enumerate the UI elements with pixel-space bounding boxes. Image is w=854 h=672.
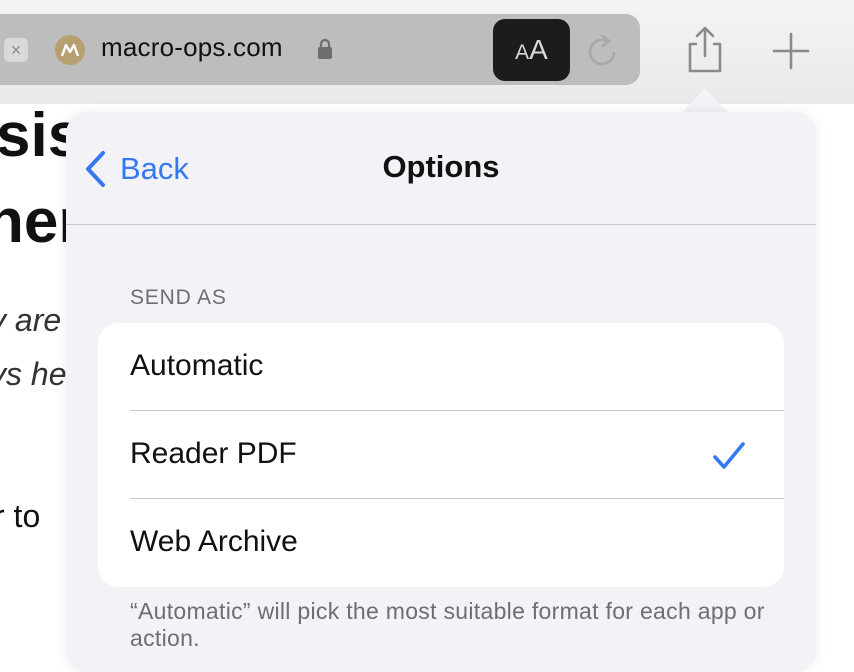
checkmark-icon (713, 442, 745, 469)
article-body-line: r to (0, 498, 41, 534)
popover-arrow (681, 88, 729, 114)
send-as-options-list: Automatic Reader PDF Web Archive (98, 323, 784, 587)
option-automatic[interactable]: Automatic (98, 323, 784, 411)
site-logo-icon (55, 35, 85, 65)
reload-icon[interactable] (586, 33, 620, 74)
option-reader-pdf[interactable]: Reader PDF (98, 411, 784, 499)
article-italic-line-1: y are (0, 302, 62, 338)
footer-note: “Automatic” will pick the most suitable … (130, 598, 765, 651)
lock-icon (317, 38, 333, 65)
option-label: Reader PDF (130, 437, 297, 470)
plus-icon[interactable] (772, 32, 810, 75)
article-italic-line-2: ys he (0, 356, 67, 392)
options-popover: Back Options SEND AS Automatic Reader PD… (66, 112, 816, 672)
share-icon[interactable] (684, 26, 726, 79)
reader-mode-icon[interactable]: AA (493, 19, 570, 81)
option-web-archive[interactable]: Web Archive (98, 499, 784, 587)
site-domain[interactable]: macro-ops.com (101, 32, 283, 63)
option-label: Automatic (130, 349, 264, 382)
close-icon[interactable]: × (4, 38, 28, 62)
popover-title: Options (382, 149, 500, 184)
section-header-send-as: SEND AS (130, 286, 227, 309)
popover-nav-header: Back Options (66, 112, 816, 225)
option-label: Web Archive (130, 525, 298, 558)
